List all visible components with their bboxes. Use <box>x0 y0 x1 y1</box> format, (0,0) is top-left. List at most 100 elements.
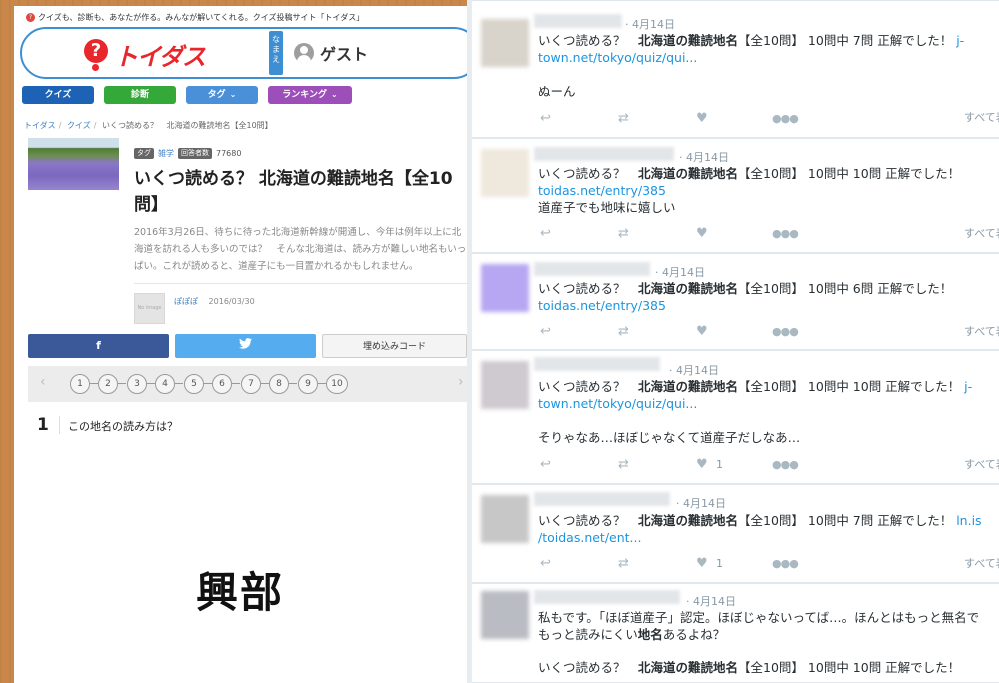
tweet-link[interactable]: town.net/tokyo/quiz/qui... <box>538 50 697 65</box>
tweet-date[interactable]: · 4月14日 <box>676 495 726 511</box>
user-menu[interactable]: ゲスト <box>294 41 368 65</box>
more-dots-icon[interactable]: ●●● <box>772 457 799 473</box>
tweet[interactable]: · 4月14日 いくつ読める？ 北海道の難読地名【全10問】 10問中 7問 正… <box>472 484 999 583</box>
tweet-date[interactable]: · 4月14日 <box>686 593 736 609</box>
page-10[interactable]: 10 <box>326 374 348 394</box>
page-9[interactable]: 9 <box>298 374 318 394</box>
tweet-comment: そりゃなあ…ほぼじゃなくて道産子だしなあ… <box>538 430 801 445</box>
user-name-blurred[interactable] <box>534 262 650 276</box>
tweet-link[interactable]: toidas.net/entry/385 <box>538 183 666 198</box>
page-2[interactable]: 2 <box>98 374 118 394</box>
page-8[interactable]: 8 <box>269 374 289 394</box>
tweet-date[interactable]: · 4月14日 <box>625 16 675 32</box>
page-6[interactable]: 6 <box>212 374 232 394</box>
tweet-actions: ↩ ⇄ ♥ ●●● <box>538 226 799 244</box>
like-heart-icon[interactable]: ♥ <box>696 457 708 473</box>
breadcrumb-quiz[interactable]: クイズ <box>67 121 91 130</box>
twitter-share-button[interactable] <box>175 334 316 358</box>
user-avatar[interactable] <box>481 591 529 639</box>
like-count: 1 <box>716 557 723 570</box>
page-4[interactable]: 4 <box>155 374 175 394</box>
tweet-link[interactable]: town.net/tokyo/quiz/qui... <box>538 396 697 411</box>
tweet-timeline: · 4月14日 いくつ読める？ 北海道の難読地名【全10問】 10問中 7問 正… <box>467 0 999 683</box>
facebook-share-button[interactable]: f <box>28 334 169 358</box>
like-heart-icon[interactable]: ♥ <box>696 226 708 242</box>
reply-icon[interactable]: ↩ <box>540 111 551 127</box>
quiz-thumbnail <box>28 138 119 190</box>
user-name-blurred[interactable] <box>534 590 680 604</box>
toidas-logo[interactable]: ? トイダス <box>84 37 206 72</box>
page-1[interactable]: 1 <box>70 374 90 394</box>
nav-tag-button[interactable]: タグ ⌄ <box>186 86 258 104</box>
nav-quiz-button[interactable]: クイズ <box>22 86 94 104</box>
breadcrumb: トイダス / クイズ / いくつ読める？ 北海道の難読地名【全10問】 <box>24 121 273 130</box>
user-avatar[interactable] <box>481 495 529 543</box>
retweet-icon[interactable]: ⇄ <box>618 226 629 242</box>
toidas-small-logo-icon: ? <box>26 13 35 22</box>
user-avatar[interactable] <box>481 264 529 312</box>
tag-chip: タグ <box>134 148 154 159</box>
tag-link[interactable]: 雑学 <box>158 148 174 159</box>
chevron-right-icon[interactable]: › <box>458 374 464 390</box>
user-name-blurred[interactable] <box>534 357 660 371</box>
see-all-link[interactable]: すべて表示 <box>964 555 999 571</box>
tweet[interactable]: · 4月14日 いくつ読める？ 北海道の難読地名【全10問】 10問中 6問 正… <box>472 253 999 350</box>
tweet-comment: 道産子でも地味に嬉しい <box>538 200 676 215</box>
reply-icon[interactable]: ↩ <box>540 324 551 340</box>
chevron-left-icon[interactable]: ‹ <box>40 374 46 390</box>
site-tagline: ? クイズも、診断も、あなたが作る。みんなが解いてくれる。クイズ投稿サイト「トイ… <box>26 12 364 23</box>
tweet[interactable]: · 4月14日 いくつ読める？ 北海道の難読地名【全10問】 10問中 10問 … <box>472 138 999 253</box>
see-all-link[interactable]: すべて表示 <box>964 456 999 472</box>
tweet-link[interactable]: toidas.net/entry/385 <box>538 298 666 313</box>
tweet-text: 私もです。「ほぼ道産子」認定。ほぼじゃないってば…。ほんとはもっと無名で もっと… <box>538 610 980 642</box>
tweet[interactable]: · 4月14日 いくつ読める？ 北海道の難読地名【全10問】 10問中 7問 正… <box>472 0 999 138</box>
user-avatar[interactable] <box>481 19 529 67</box>
see-all-link[interactable]: すべて表示 <box>964 109 999 125</box>
page-5[interactable]: 5 <box>184 374 204 394</box>
tweet-actions: ↩ ⇄ ♥ ●●● <box>538 324 799 342</box>
tweet[interactable]: · 4月14日 いくつ読める？ 北海道の難読地名【全10問】 10問中 10問 … <box>472 350 999 484</box>
more-dots-icon[interactable]: ●●● <box>772 556 799 572</box>
tweet-date[interactable]: · 4月14日 <box>669 362 719 378</box>
more-dots-icon[interactable]: ●●● <box>772 111 799 127</box>
page-7[interactable]: 7 <box>241 374 261 394</box>
retweet-icon[interactable]: ⇄ <box>618 111 629 127</box>
tweet-date[interactable]: · 4月14日 <box>679 149 729 165</box>
answer-count: 77680 <box>216 149 242 158</box>
see-all-link[interactable]: すべて表示 <box>964 323 999 339</box>
more-dots-icon[interactable]: ●●● <box>772 226 799 242</box>
see-all-link[interactable]: すべて表示 <box>964 225 999 241</box>
reply-icon[interactable]: ↩ <box>540 226 551 242</box>
nav-diagnosis-button[interactable]: 診断 <box>104 86 176 104</box>
quiz-description: 2016年3月26日、待ちに待った北海道新幹線が開通し、今年は例年以上に北海道を… <box>134 227 467 272</box>
tweet[interactable]: · 4月14日 私もです。「ほぼ道産子」認定。ほぼじゃないってば…。ほんとはもっ… <box>472 583 999 683</box>
tweet-link[interactable]: /toidas.net/ent... <box>538 530 641 545</box>
reply-icon[interactable]: ↩ <box>540 556 551 572</box>
page-3[interactable]: 3 <box>127 374 147 394</box>
nav-ranking-button[interactable]: ランキング ⌄ <box>268 86 352 104</box>
user-avatar[interactable] <box>481 149 529 197</box>
user-avatar[interactable] <box>481 361 529 409</box>
like-heart-icon[interactable]: ♥ <box>696 556 708 572</box>
user-name-blurred[interactable] <box>534 147 674 161</box>
user-name-blurred[interactable] <box>534 492 670 506</box>
like-heart-icon[interactable]: ♥ <box>696 111 708 127</box>
divider <box>59 416 60 434</box>
question-number: 1 <box>37 415 49 435</box>
user-name-blurred[interactable] <box>534 14 622 28</box>
retweet-icon[interactable]: ⇄ <box>618 556 629 572</box>
reply-icon[interactable]: ↩ <box>540 457 551 473</box>
author-name[interactable]: ぽぽぽ <box>174 297 198 306</box>
embed-code-button[interactable]: 埋め込みコード <box>322 334 467 358</box>
quiz-title: いくつ読める？ 北海道の難読地名【全10問】 <box>134 169 453 215</box>
tweet-date[interactable]: · 4月14日 <box>655 264 705 280</box>
retweet-icon[interactable]: ⇄ <box>618 324 629 340</box>
more-dots-icon[interactable]: ●●● <box>772 324 799 340</box>
author-image: No image <box>134 293 165 324</box>
retweet-icon[interactable]: ⇄ <box>618 457 629 473</box>
tweet-actions: ↩ ⇄ ♥ ●●● <box>538 111 799 129</box>
breadcrumb-home[interactable]: トイダス <box>24 121 56 130</box>
tweet-comment: ぬーん <box>538 84 576 99</box>
like-heart-icon[interactable]: ♥ <box>696 324 708 340</box>
breadcrumb-current: 北海道の難読地名【全10問】 <box>166 121 273 130</box>
